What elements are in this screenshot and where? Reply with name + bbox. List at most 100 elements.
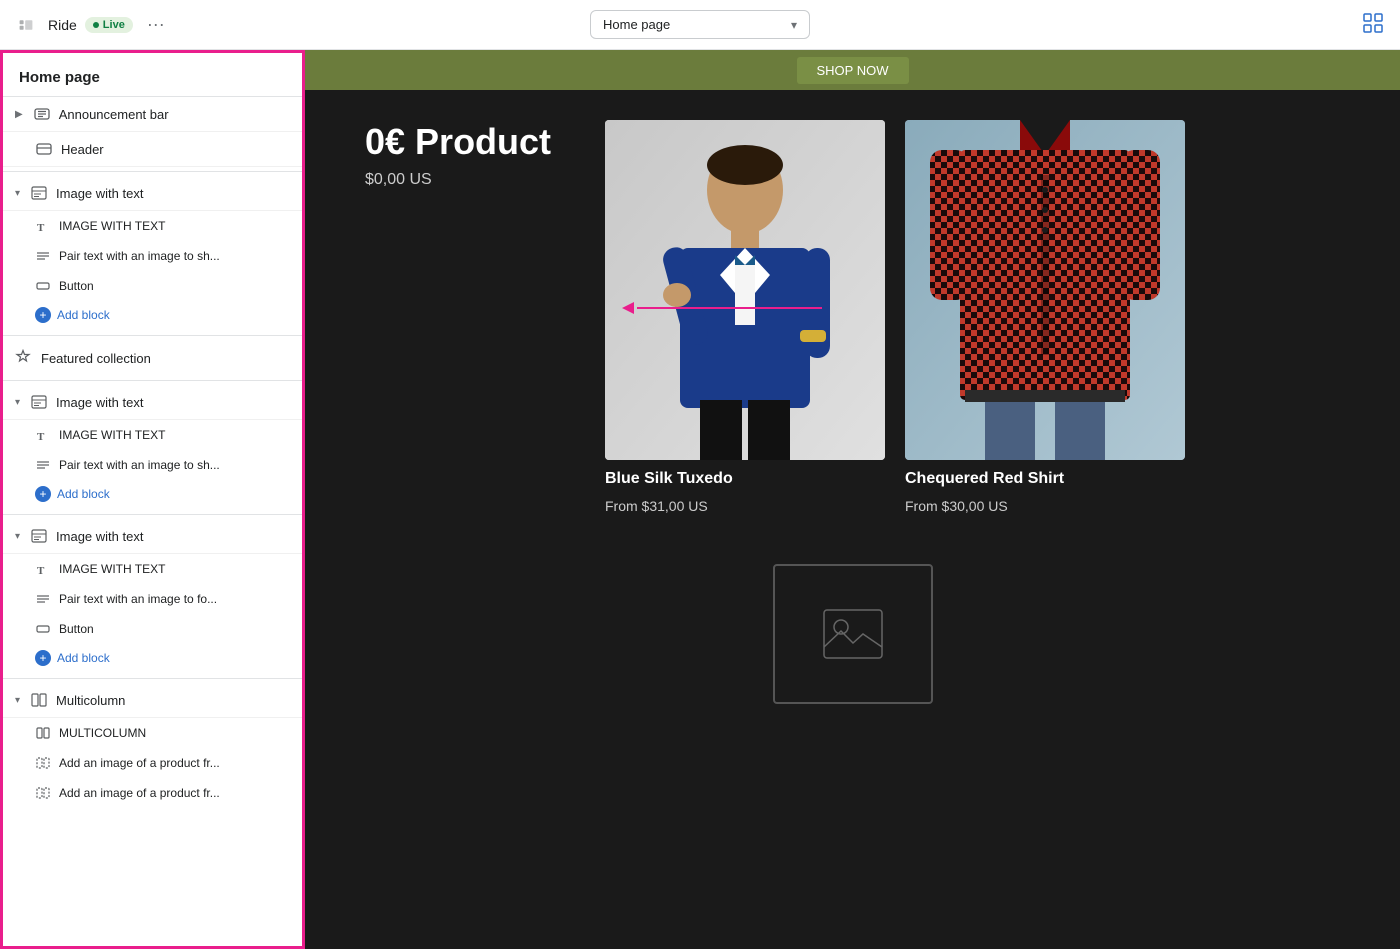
shop-now-button[interactable]: SHOP NOW bbox=[797, 57, 909, 84]
sidebar-sub-item-mc-title[interactable]: MULTICOLUMN bbox=[3, 718, 302, 748]
plus-icon: + bbox=[35, 650, 51, 666]
multicolumn-item-icon bbox=[35, 785, 51, 801]
page-selector-text: Home page bbox=[603, 17, 670, 32]
sub-item-label: IMAGE WITH TEXT bbox=[59, 428, 165, 442]
expand-arrow-icon: ▾ bbox=[15, 531, 20, 542]
add-block-label: Add block bbox=[57, 487, 110, 501]
sub-item-label: IMAGE WITH TEXT bbox=[59, 219, 165, 233]
sub-item-label: Button bbox=[59, 622, 94, 636]
topbar: Ride Live ··· Home page ▾ bbox=[0, 0, 1400, 50]
section-icon bbox=[30, 184, 48, 202]
product-name-red-shirt: Chequered Red Shirt bbox=[905, 470, 1185, 488]
live-dot bbox=[93, 22, 99, 28]
multicolumn-item-icon bbox=[35, 755, 51, 771]
add-block-label: Add block bbox=[57, 308, 110, 322]
sidebar-item-header[interactable]: Header bbox=[3, 132, 302, 167]
featured-icon bbox=[15, 349, 33, 367]
text-icon: T bbox=[35, 427, 51, 443]
expand-arrow-icon: ▾ bbox=[15, 695, 20, 706]
expand-arrow-icon: ▾ bbox=[15, 188, 20, 199]
topbar-left: Ride Live ··· bbox=[12, 10, 464, 39]
button-icon bbox=[35, 621, 51, 637]
add-block-button-2[interactable]: + Add block bbox=[3, 480, 302, 510]
preview-bottom bbox=[305, 544, 1400, 724]
sidebar-sub-item-iwt2-title[interactable]: T IMAGE WITH TEXT bbox=[3, 420, 302, 450]
product-name-tuxedo: Blue Silk Tuxedo bbox=[605, 470, 885, 488]
product-price-red-shirt: From $30,00 US bbox=[905, 498, 1185, 514]
list-icon bbox=[35, 248, 51, 264]
arrow-pointer bbox=[622, 298, 822, 318]
sidebar-item-multicolumn[interactable]: ▾ Multicolumn bbox=[3, 683, 302, 718]
sidebar-item-label: Image with text bbox=[56, 186, 143, 201]
sidebar-item-image-with-text-2[interactable]: ▾ Image with text bbox=[3, 385, 302, 420]
svg-text:T: T bbox=[37, 431, 45, 442]
tuxedo-image bbox=[605, 120, 885, 460]
sidebar-item-announcement-bar[interactable]: ▶ Announcement bar bbox=[3, 97, 302, 132]
sidebar-item-label: Multicolumn bbox=[56, 693, 125, 708]
text-icon: T bbox=[35, 561, 51, 577]
featured-product-price: $0,00 US bbox=[365, 171, 585, 189]
sidebar: Home page ▶ Announcement bar Header ▾ Im… bbox=[0, 50, 305, 949]
sidebar-sub-item-mc-add1[interactable]: Add an image of a product fr... bbox=[3, 748, 302, 778]
svg-text:T: T bbox=[37, 222, 45, 233]
sub-item-label: IMAGE WITH TEXT bbox=[59, 562, 165, 576]
sidebar-sub-item-iwt2-pair[interactable]: Pair text with an image to sh... bbox=[3, 450, 302, 480]
expand-arrow-icon: ▾ bbox=[15, 397, 20, 408]
sidebar-title: Home page bbox=[3, 53, 302, 97]
more-button[interactable]: ··· bbox=[141, 10, 171, 39]
product-card-image-tuxedo bbox=[605, 120, 885, 460]
sidebar-sub-item-iwt1-title[interactable]: T IMAGE WITH TEXT bbox=[3, 211, 302, 241]
sidebar-sub-item-iwt3-title[interactable]: T IMAGE WITH TEXT bbox=[3, 554, 302, 584]
product-price-tuxedo: From $31,00 US bbox=[605, 498, 885, 514]
sub-item-label: Button bbox=[59, 279, 94, 293]
preview-content: 0€ Product $0,00 US bbox=[305, 90, 1400, 544]
svg-text:T: T bbox=[37, 565, 45, 576]
add-block-label: Add block bbox=[57, 651, 110, 665]
app-name: Ride bbox=[48, 17, 77, 33]
sidebar-item-image-with-text-1[interactable]: ▾ Image with text bbox=[3, 176, 302, 211]
sub-item-label: MULTICOLUMN bbox=[59, 726, 146, 740]
sidebar-item-image-with-text-3[interactable]: ▾ Image with text bbox=[3, 519, 302, 554]
sub-item-label: Pair text with an image to fo... bbox=[59, 592, 217, 606]
chevron-down-icon: ▾ bbox=[791, 18, 797, 32]
product-card-red-shirt[interactable]: Chequered Red Shirt From $30,00 US bbox=[905, 120, 1185, 514]
back-button[interactable] bbox=[12, 11, 40, 39]
sidebar-item-featured-collection[interactable]: Featured collection bbox=[3, 340, 302, 376]
list-icon bbox=[35, 591, 51, 607]
multicolumn-icon bbox=[30, 691, 48, 709]
announcement-icon bbox=[33, 105, 51, 123]
plus-icon: + bbox=[35, 307, 51, 323]
sidebar-item-label: Featured collection bbox=[41, 351, 151, 366]
live-badge: Live bbox=[85, 17, 133, 33]
sidebar-item-label: Image with text bbox=[56, 395, 143, 410]
button-icon bbox=[35, 278, 51, 294]
sidebar-sub-item-iwt1-pair[interactable]: Pair text with an image to sh... bbox=[3, 241, 302, 271]
sub-item-label: Add an image of a product fr... bbox=[59, 756, 220, 770]
featured-product: 0€ Product $0,00 US bbox=[365, 120, 585, 189]
sidebar-sub-item-iwt3-button[interactable]: Button bbox=[3, 614, 302, 644]
page-selector[interactable]: Home page ▾ bbox=[590, 10, 810, 39]
sidebar-item-label: Announcement bar bbox=[59, 107, 169, 122]
topbar-right bbox=[936, 8, 1388, 41]
expand-arrow-icon: ▶ bbox=[15, 109, 23, 120]
image-placeholder bbox=[773, 564, 933, 704]
grid-view-button[interactable] bbox=[1358, 8, 1388, 41]
header-icon bbox=[35, 140, 53, 158]
sidebar-sub-item-mc-add2[interactable]: Add an image of a product fr... bbox=[3, 778, 302, 808]
sidebar-item-label: Header bbox=[61, 142, 104, 157]
text-icon: T bbox=[35, 218, 51, 234]
add-block-button-1[interactable]: + Add block bbox=[3, 301, 302, 331]
product-card-image-red-shirt bbox=[905, 120, 1185, 460]
add-block-button-3[interactable]: + Add block bbox=[3, 644, 302, 674]
sidebar-item-label: Image with text bbox=[56, 529, 143, 544]
list-icon bbox=[35, 457, 51, 473]
sidebar-sub-item-iwt1-button[interactable]: Button bbox=[3, 271, 302, 301]
preview-area: SHOP NOW 0€ Product $0,00 US bbox=[305, 50, 1400, 949]
featured-product-title: 0€ Product bbox=[365, 120, 585, 163]
multicolumn-item-icon bbox=[35, 725, 51, 741]
preview-top-bar: SHOP NOW bbox=[305, 50, 1400, 90]
section-icon bbox=[30, 527, 48, 545]
topbar-center: Home page ▾ bbox=[474, 10, 926, 39]
sub-item-label: Add an image of a product fr... bbox=[59, 786, 220, 800]
sidebar-sub-item-iwt3-pair[interactable]: Pair text with an image to fo... bbox=[3, 584, 302, 614]
